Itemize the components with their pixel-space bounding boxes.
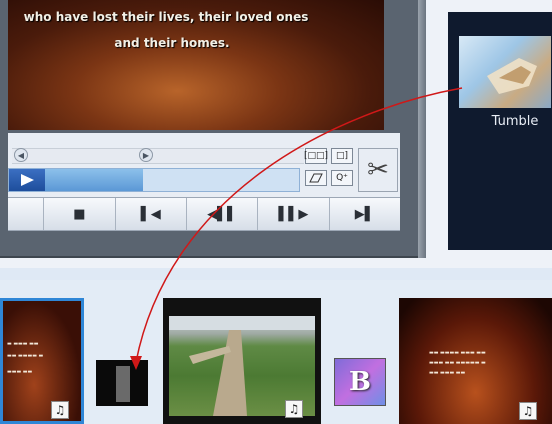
drag-arrow	[130, 87, 463, 370]
